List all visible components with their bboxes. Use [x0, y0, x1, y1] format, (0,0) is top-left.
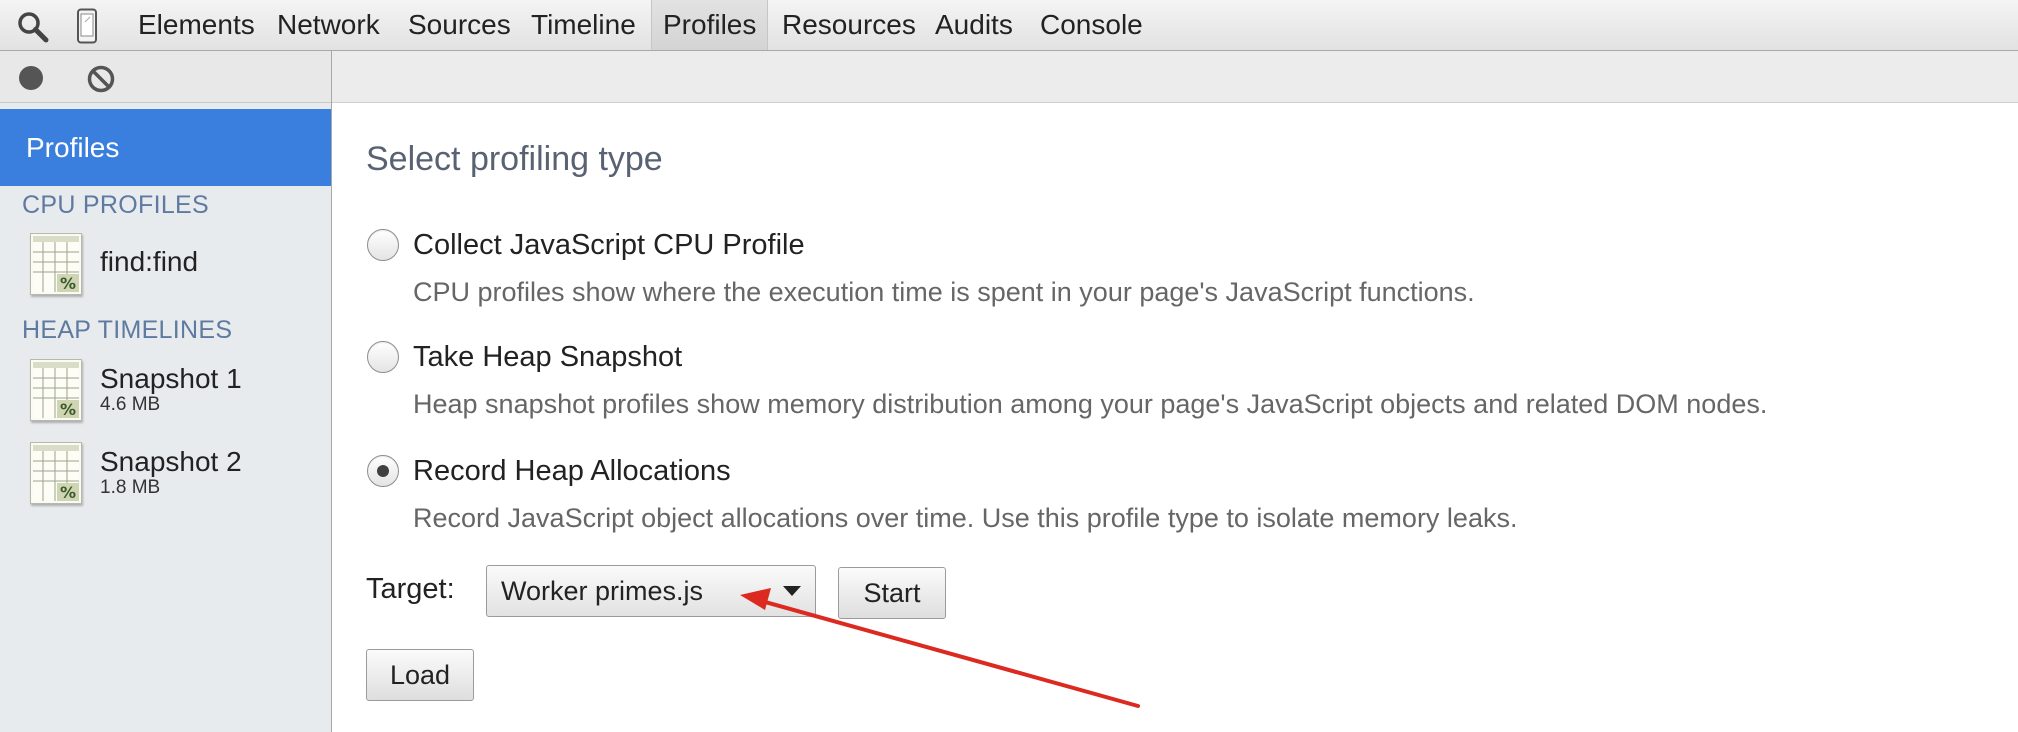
tab-elements[interactable]: Elements — [138, 0, 255, 50]
tab-resources[interactable]: Resources — [782, 0, 916, 50]
dropdown-arrow-icon — [783, 586, 801, 596]
sidebar-item-label: Snapshot 2 — [100, 446, 242, 477]
page-title: Select profiling type — [366, 140, 663, 178]
option-description-heap-snapshot: Heap snapshot profiles show memory distr… — [413, 389, 1768, 419]
svg-text:%: % — [60, 400, 76, 419]
svg-text:%: % — [60, 483, 76, 502]
tab-console[interactable]: Console — [1040, 0, 1143, 50]
section-heap-timelines: HEAP TIMELINES — [22, 316, 233, 344]
option-label-heap-snapshot[interactable]: Take Heap Snapshot — [413, 341, 682, 374]
clear-icon[interactable] — [86, 64, 116, 99]
radio-cpu-profile[interactable] — [367, 229, 399, 261]
tab-audits[interactable]: Audits — [935, 0, 1013, 50]
option-description-cpu-profile: CPU profiles show where the execution ti… — [413, 277, 1475, 307]
target-select-value: Worker primes.js — [501, 576, 704, 606]
sidebar-item-label: Snapshot 1 — [100, 363, 242, 394]
section-cpu-profiles: CPU PROFILES — [22, 191, 209, 219]
snapshot-size: 4.6 MB — [100, 394, 161, 415]
sidebar-item-snapshot-2[interactable]: % Snapshot 2 1.8 MB — [30, 442, 320, 508]
main-toolbar: Elements Network Sources Timeline Profil… — [0, 0, 2018, 51]
content-toolbar — [332, 51, 2018, 103]
profile-icon: % — [30, 359, 82, 421]
tab-timeline[interactable]: Timeline — [531, 0, 636, 50]
sidebar-item-find-find[interactable]: % find:find — [30, 233, 320, 299]
sidebar-item-profiles[interactable]: Profiles — [0, 109, 331, 186]
search-icon[interactable] — [16, 10, 50, 49]
record-icon[interactable] — [17, 64, 45, 97]
sidebar-item-label: find:find — [100, 246, 199, 277]
radio-heap-snapshot[interactable] — [367, 341, 399, 373]
snapshot-size: 1.8 MB — [100, 477, 161, 498]
radio-selected-dot — [377, 465, 389, 477]
sidebar-toolbar — [0, 51, 331, 103]
tab-sources[interactable]: Sources — [408, 0, 511, 50]
option-label-cpu-profile[interactable]: Collect JavaScript CPU Profile — [413, 229, 805, 262]
target-label: Target: — [366, 573, 455, 605]
tab-network[interactable]: Network — [277, 0, 380, 50]
profile-icon: % — [30, 233, 82, 295]
svg-text:%: % — [60, 274, 76, 293]
split-divider[interactable] — [331, 51, 332, 732]
tab-profiles[interactable]: Profiles — [651, 0, 769, 50]
device-mode-icon[interactable] — [76, 8, 98, 49]
target-select[interactable]: Worker primes.js — [486, 565, 816, 617]
profile-icon: % — [30, 442, 82, 504]
load-button[interactable]: Load — [366, 649, 474, 701]
start-button[interactable]: Start — [838, 567, 946, 619]
option-label-heap-allocations[interactable]: Record Heap Allocations — [413, 455, 731, 488]
option-description-heap-allocations: Record JavaScript object allocations ove… — [413, 503, 1518, 533]
sidebar-item-snapshot-1[interactable]: % Snapshot 1 4.6 MB — [30, 359, 320, 425]
profiles-sidebar: Profiles CPU PROFILES % find:find HEAP T… — [0, 103, 331, 732]
radio-heap-allocations[interactable] — [367, 455, 399, 487]
